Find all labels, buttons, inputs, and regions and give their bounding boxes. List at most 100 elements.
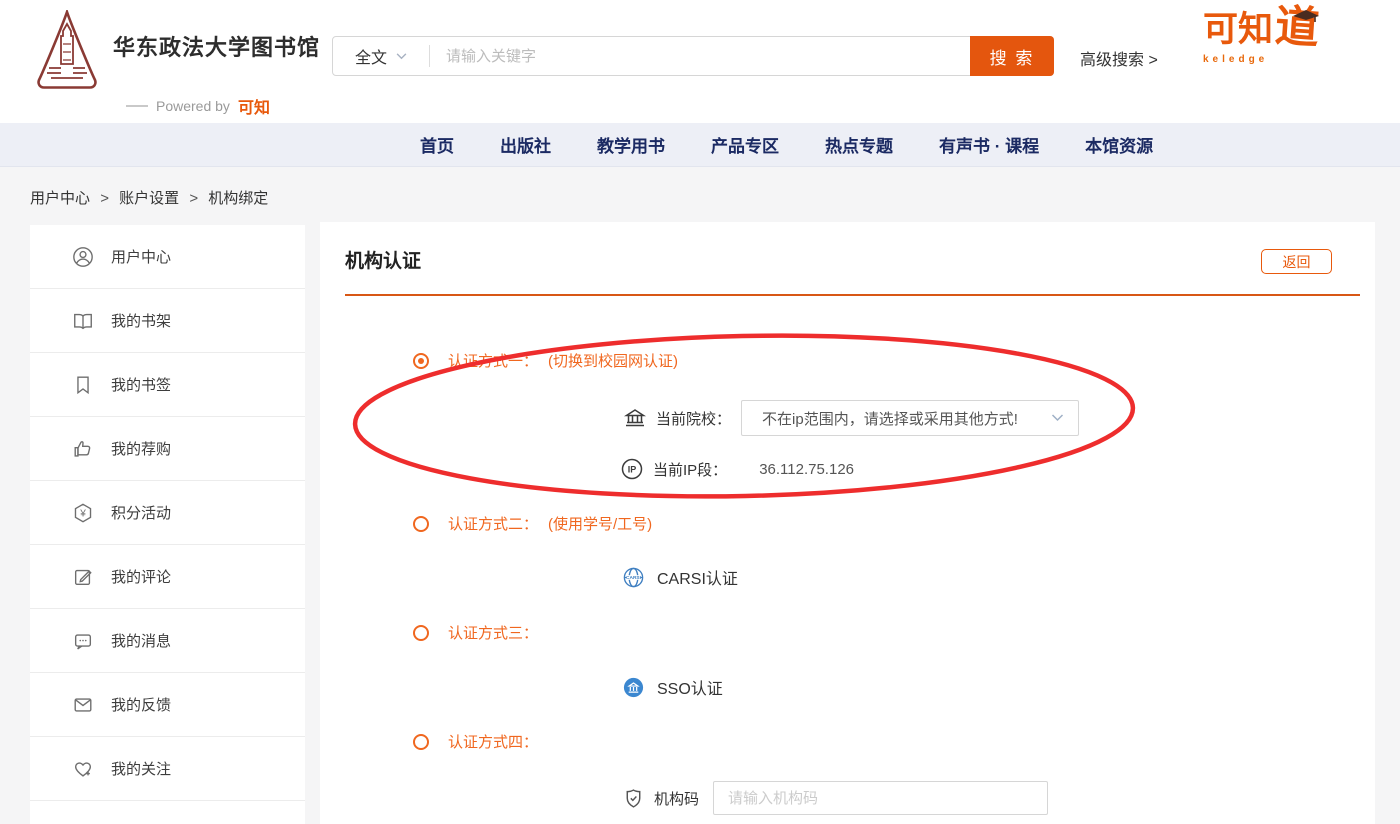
chevron-down-icon (396, 53, 407, 60)
carsi-auth-link[interactable]: CARSI CARSI认证 (622, 565, 738, 589)
ip-glyph: IP (628, 465, 637, 475)
keledge-logo-text: 可知 (1203, 12, 1273, 47)
powered-by-dash (126, 105, 148, 107)
current-school-row: 当前院校： 不在ip范围内，请选择或采用其他方式! (623, 400, 1079, 436)
sso-auth-link[interactable]: SSO认证 (622, 675, 723, 699)
breadcrumb-separator: > (100, 190, 109, 207)
nav-item-library-resources[interactable]: 本馆资源 (1085, 132, 1153, 157)
sidebar-item-label: 用户中心 (111, 246, 171, 267)
powered-by: Powered by 可知 (126, 94, 270, 118)
search-scope-select[interactable]: 全文 (333, 37, 429, 75)
search-scope-value: 全文 (355, 44, 387, 68)
nav-item-product-zone[interactable]: 产品专区 (711, 132, 779, 157)
keledge-logo: 可知道 keledge (1203, 12, 1353, 102)
radio-unselected-icon[interactable] (413, 625, 429, 641)
org-code-row: 机构码 (622, 781, 1048, 815)
carsi-globe-icon: CARSI (622, 566, 645, 589)
sidebar-item-my-bookmarks[interactable]: 我的书签 (30, 353, 305, 417)
advanced-search-link[interactable]: 高级搜索 > (1080, 46, 1158, 70)
nav-item-teaching-books[interactable]: 教学用书 (597, 132, 665, 157)
thumbs-up-icon (72, 438, 94, 460)
nav-item-home[interactable]: 首页 (420, 132, 454, 157)
auth-method-3-label: 认证方式三： (448, 622, 538, 643)
chevron-down-icon (1051, 414, 1064, 422)
auth-method-4-radio-row[interactable]: 认证方式四： (413, 731, 538, 752)
comment-icon (72, 566, 94, 588)
sidebar-item-my-feedback[interactable]: 我的反馈 (30, 673, 305, 737)
yen-glyph: ¥ (79, 508, 86, 519)
school-dropdown[interactable]: 不在ip范围内，请选择或采用其他方式! (741, 400, 1079, 436)
org-code-input[interactable] (713, 781, 1048, 815)
radio-unselected-icon[interactable] (413, 734, 429, 750)
sidebar-item-my-bookshelf[interactable]: 我的书架 (30, 289, 305, 353)
sidebar-item-label: 我的关注 (111, 758, 171, 779)
sidebar-item-label: 我的消息 (111, 630, 171, 651)
bank-building-icon (623, 406, 647, 430)
sidebar-item-label: 我的书签 (111, 374, 171, 395)
graduation-cap-icon (1291, 8, 1321, 24)
current-school-label: 当前院校： (656, 408, 731, 429)
points-icon: ¥ (72, 502, 94, 524)
search-input[interactable] (430, 37, 1053, 75)
main-nav: 首页 出版社 教学用书 产品专区 热点专题 有声书 · 课程 本馆资源 (0, 123, 1400, 167)
nav-item-hot-topics[interactable]: 热点专题 (825, 132, 893, 157)
nav-item-audiobooks-courses[interactable]: 有声书 · 课程 (939, 132, 1039, 157)
carsi-glyph: CARSI (626, 575, 642, 581)
sidebar: 用户中心 我的书架 我的书签 我的荐购 ¥ 积分活动 我的评论 (30, 225, 305, 824)
breadcrumb-institution-binding: 机构绑定 (208, 190, 268, 207)
radio-unselected-icon[interactable] (413, 516, 429, 532)
sidebar-item-label: 我的评论 (111, 566, 171, 587)
breadcrumb-separator: > (189, 190, 198, 207)
auth-method-1-label: 认证方式一： (448, 350, 538, 371)
auth-method-1-radio-row[interactable]: 认证方式一： (切换到校园网认证) (413, 350, 678, 371)
sidebar-item-label: 我的荐购 (111, 438, 171, 459)
university-name: 华东政法大学图书馆 (113, 30, 320, 62)
auth-method-1-hint[interactable]: (切换到校园网认证) (548, 350, 678, 371)
current-ip-row: IP 当前IP段： 36.112.75.126 (620, 457, 854, 481)
powered-by-label: Powered by (156, 98, 230, 114)
org-code-label: 机构码 (654, 788, 699, 809)
sidebar-item-my-follows[interactable]: 我的关注 (30, 737, 305, 801)
radio-selected-icon[interactable] (413, 353, 429, 369)
feedback-mail-icon (72, 694, 94, 716)
sidebar-item-user-center[interactable]: 用户中心 (30, 225, 305, 289)
sidebar-item-my-messages[interactable]: 我的消息 (30, 609, 305, 673)
current-ip-value: 36.112.75.126 (759, 461, 854, 478)
panel-title: 机构认证 (345, 246, 421, 273)
auth-method-2-radio-row[interactable]: 认证方式二： (使用学号/工号) (413, 513, 652, 534)
breadcrumb-account-settings[interactable]: 账户设置 (119, 190, 179, 207)
auth-method-4-label: 认证方式四： (448, 731, 538, 752)
sso-bank-icon (622, 676, 645, 699)
auth-method-2-hint: (使用学号/工号) (548, 513, 652, 534)
message-icon (72, 630, 94, 652)
back-button[interactable]: 返回 (1261, 249, 1332, 274)
institution-auth-panel: 机构认证 返回 认证方式一： (切换到校园网认证) 当前院校： 不在ip范围内，… (320, 222, 1375, 824)
sidebar-item-points-activity[interactable]: ¥ 积分活动 (30, 481, 305, 545)
search-button[interactable]: 搜 索 (970, 36, 1054, 76)
search-bar: 全文 搜 索 (332, 36, 1054, 76)
sidebar-item-my-recommendations[interactable]: 我的荐购 (30, 417, 305, 481)
bookmark-icon (72, 374, 94, 396)
breadcrumb: 用户中心 > 账户设置 > 机构绑定 (30, 187, 268, 208)
site-header: 华东政法大学图书馆 Powered by 可知 全文 搜 索 高级搜索 > 可知… (0, 0, 1400, 123)
breadcrumb-user-center[interactable]: 用户中心 (30, 190, 90, 207)
carsi-auth-label: CARSI认证 (657, 565, 738, 589)
bookshelf-icon (72, 310, 94, 332)
ip-circle-icon: IP (620, 457, 644, 481)
school-dropdown-value: 不在ip范围内，请选择或采用其他方式! (742, 408, 1051, 429)
auth-method-3-radio-row[interactable]: 认证方式三： (413, 622, 538, 643)
title-divider (345, 294, 1360, 296)
user-icon (72, 246, 94, 268)
shield-check-icon (622, 787, 645, 810)
sidebar-item-label: 我的书架 (111, 310, 171, 331)
auth-method-2-label: 认证方式二： (448, 513, 538, 534)
current-ip-label: 当前IP段： (653, 459, 727, 480)
sso-auth-label: SSO认证 (657, 675, 723, 699)
heart-follow-icon (72, 758, 94, 780)
university-emblem-logo (33, 10, 101, 92)
nav-item-publishers[interactable]: 出版社 (500, 132, 551, 157)
sidebar-item-my-comments[interactable]: 我的评论 (30, 545, 305, 609)
sidebar-item-label: 积分活动 (111, 502, 171, 523)
keledge-logo-sub: keledge (1203, 54, 1353, 65)
powered-by-brand: 可知 (238, 94, 270, 118)
